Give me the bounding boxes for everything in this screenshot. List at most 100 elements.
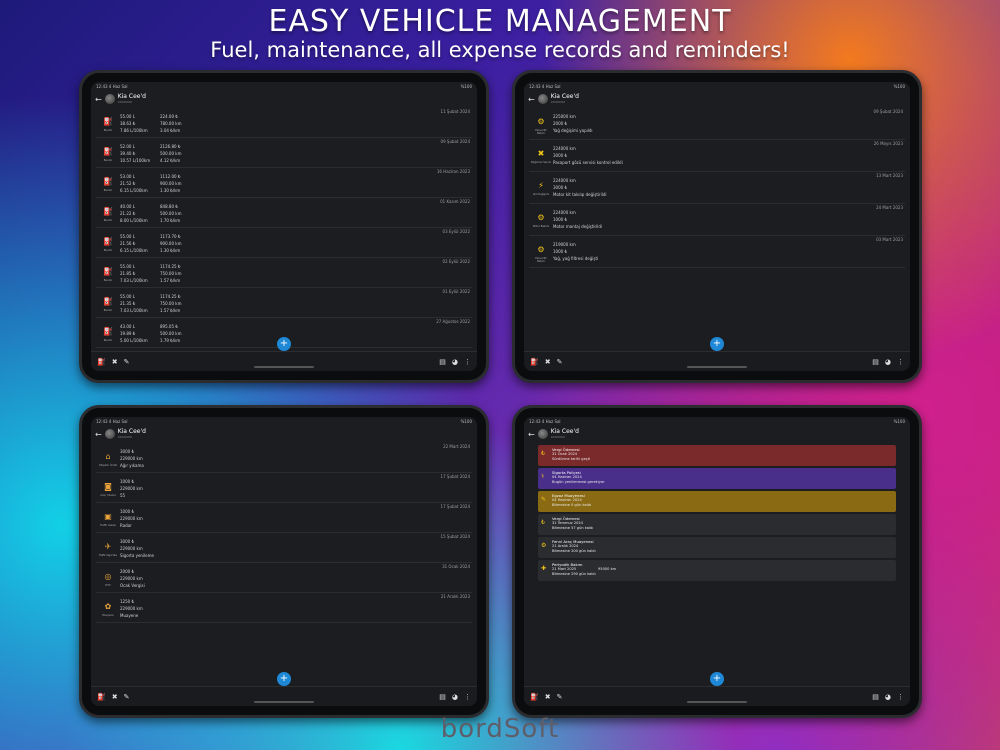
add-button[interactable]: + <box>277 672 291 686</box>
fuel-value: 1.30 ₺/km <box>160 188 181 193</box>
list-item[interactable]: 03 Eylül 2022 ⛽ Benzin 55.00 L 21.56 ₺ 6.15 L… <box>96 228 472 258</box>
home-indicator <box>687 701 747 703</box>
fuel-tab-icon[interactable]: ⛽ <box>530 358 539 366</box>
expense-value: 1000 ₺ <box>120 479 134 484</box>
back-arrow-icon[interactable]: ← <box>528 95 535 104</box>
back-arrow-icon[interactable]: ← <box>95 430 102 439</box>
list-item[interactable]: 24 Mart 2023 ⚙ Motor Bakımı 224000 km 1000 ₺… <box>529 204 905 236</box>
status-bar: 12:43 4 Haz Sal %100 <box>96 419 472 424</box>
maintenance-tab-icon[interactable]: ✖ <box>112 693 118 701</box>
add-button[interactable]: + <box>277 337 291 351</box>
maintenance-type-label: Periyodik Bakım <box>535 257 547 263</box>
brand-logo: bordSoft <box>440 714 560 744</box>
more-icon[interactable]: ⋮ <box>897 358 904 366</box>
reminder-item[interactable]: ⚕ Sigorta Poliçesi 04 Haziran 2024 Bugün ye… <box>538 468 896 489</box>
reminder-item[interactable]: ₺ Vergi Ödemesi 31 Ocak 2024 Sürdürme tarih… <box>538 445 896 466</box>
maintenance-tab-icon[interactable]: ✖ <box>545 358 551 366</box>
stats-tab-icon[interactable]: ◕ <box>452 358 458 366</box>
fuel-value: 1173.70 ₺ <box>160 234 181 239</box>
reminder-item[interactable]: ✚ Periyodik Bakım 21 Mart 2025 95000 km Bitm… <box>538 560 896 581</box>
list-item[interactable]: 13 Mart 2023 ⚡ Akü Değişimi 224000 km 3000 ₺… <box>529 172 905 204</box>
fuel-value: 55.00 L <box>120 264 135 269</box>
list-item[interactable]: 11 Şubat 2024 ⛽ Benzin 55.00 L 38.63 ₺ 7.86 L… <box>96 108 472 138</box>
reminder-item[interactable]: ✎ Egzoz Muayenesi 04 Haziran 2024 Bitmesine… <box>538 491 896 512</box>
expense-icon: ◙ <box>104 482 112 491</box>
expense-list: 22 Mart 2024 ⌂ Otopark Ücreti 3000 ₺ 229000 … <box>96 443 472 623</box>
fuel-pump-icon: ⛽ <box>103 237 113 246</box>
avatar <box>104 94 115 104</box>
fuel-tab-icon[interactable]: ⛽ <box>530 693 539 701</box>
list-item[interactable]: 09 Şubat 2024 ⛽ Benzin 52.00 L 39.40 ₺ 10.57 … <box>96 138 472 168</box>
expense-value: 1250 ₺ <box>120 599 134 604</box>
back-arrow-icon[interactable]: ← <box>528 430 535 439</box>
reminder-tab-icon[interactable]: ▤ <box>872 358 879 366</box>
add-button[interactable]: + <box>710 672 724 686</box>
car-plate: XXXXXXX <box>550 100 566 104</box>
list-item[interactable]: 26 Mayıs 2023 ✖ Bağımsız Servis 224000 km 30… <box>529 140 905 172</box>
list-item[interactable]: 01 Eylül 2022 ⛽ Benzin 55.00 L 21.35 ₺ 7.03 L… <box>96 288 472 318</box>
maintenance-value: 224000 km <box>553 146 576 151</box>
expense-icon: ⌂ <box>105 452 111 461</box>
fuel-type-label: Benzin <box>103 279 113 282</box>
more-icon[interactable]: ⋮ <box>464 358 471 366</box>
expense-tab-icon[interactable]: ✎ <box>557 693 563 701</box>
entry-date: 13 Mart 2023 <box>876 173 903 178</box>
back-arrow-icon[interactable]: ← <box>95 95 102 104</box>
fuel-value: 6.15 L/100km <box>120 248 148 253</box>
maintenance-tab-icon[interactable]: ✖ <box>545 693 551 701</box>
expense-tab-icon[interactable]: ✎ <box>124 358 130 366</box>
reminder-status: Bitmesine 200 gün kaldı <box>552 549 596 553</box>
reminder-tab-icon[interactable]: ▤ <box>872 693 879 701</box>
list-item[interactable]: 03 Mart 2023 ⚙ Periyodik Bakım 219000 km 100… <box>529 236 905 268</box>
fuel-stats-right: 1173.70 ₺ 900.00 km 1.30 ₺/km <box>160 233 181 254</box>
more-icon[interactable]: ⋮ <box>897 693 904 701</box>
fuel-value: 500.00 km <box>160 331 182 336</box>
list-item[interactable]: 21 Aralık 2023 ✿ Muayene 1250 ₺ 229000 km Mua… <box>96 593 472 623</box>
list-item[interactable]: 22 Mart 2024 ⌂ Otopark Ücreti 3000 ₺ 229000 … <box>96 443 472 473</box>
reminder-status: Bitmesine 290 gün kaldı <box>552 572 596 576</box>
reminder-tab-icon[interactable]: ▤ <box>439 693 446 701</box>
reminder-item[interactable]: ⚙ Fenni Araç Muayenesi 21 Aralık 2024 Bitme… <box>538 537 896 558</box>
status-bar: 12:43 4 Haz Sal %100 <box>529 84 905 89</box>
fuel-stats-left: 43.00 L 19.89 ₺ 5.00 L/100km <box>120 323 148 344</box>
fuel-pump-icon: ⛽ <box>103 327 113 336</box>
list-item[interactable]: 09 Şubat 2024 ⚙ Periyodik Bakım 225000 km 20… <box>529 108 905 140</box>
more-icon[interactable]: ⋮ <box>464 693 471 701</box>
add-button[interactable]: + <box>710 337 724 351</box>
stats-tab-icon[interactable]: ◕ <box>885 693 891 701</box>
list-item[interactable]: 17 Şubat 2024 ◙ Araç Yıkama 1000 ₺ 229000 km… <box>96 473 472 503</box>
maintenance-details: 225000 km 2000 ₺ Yağ değişimi yapıldı <box>553 113 593 134</box>
stats-tab-icon[interactable]: ◕ <box>885 358 891 366</box>
fuel-tab-icon[interactable]: ⛽ <box>97 693 106 701</box>
list-item[interactable]: 15 Şubat 2024 ✈ Trafik Sigortası 3000 ₺ 2290… <box>96 533 472 563</box>
maintenance-value: 2000 ₺ <box>553 121 567 126</box>
list-item[interactable]: 01 Kasım 2022 ⛽ Benzin 40.00 L 21.22 ₺ 8.00 L… <box>96 198 472 228</box>
fuel-pump-icon: ⛽ <box>103 207 113 216</box>
reminder-item[interactable]: ₺ Vergi Ödemesi 31 Temmuz 2024 Bitmesine 57… <box>538 514 896 535</box>
fuel-stats-left: 40.00 L 21.22 ₺ 8.00 L/100km <box>120 203 148 224</box>
maintenance-value: 219000 km <box>553 242 576 247</box>
list-item[interactable]: 02 Eylül 2022 ⛽ Benzin 55.00 L 21.85 ₺ 7.03 L… <box>96 258 472 288</box>
page-subtitle: Fuel, maintenance, all expense records a… <box>210 38 790 62</box>
maintenance-value: 224000 km <box>553 210 576 215</box>
fuel-pump-icon: ⛽ <box>103 147 113 156</box>
expense-tab-icon[interactable]: ✎ <box>124 693 130 701</box>
expense-value: 229000 km <box>120 546 143 551</box>
fuel-type-label: Benzin <box>103 219 113 222</box>
fuel-type-label: Benzin <box>103 309 113 312</box>
expense-value: 229000 km <box>120 486 143 491</box>
expense-tab-icon[interactable]: ✎ <box>557 358 563 366</box>
fuel-type-label: Benzin <box>103 129 113 132</box>
fuel-tab-icon[interactable]: ⛽ <box>97 358 106 366</box>
reminder-tab-icon[interactable]: ▤ <box>439 358 446 366</box>
list-item[interactable]: 17 Şubat 2024 ▣ Trafik Cezası 1000 ₺ 229000 … <box>96 503 472 533</box>
entry-date: 16 Haziran 2023 <box>436 169 470 174</box>
fuel-stats-right: 895.05 ₺ 500.00 km 1.79 ₺/km <box>160 323 181 344</box>
stats-tab-icon[interactable]: ◕ <box>452 693 458 701</box>
maintenance-value: Yağ değişimi yapıldı <box>553 128 593 133</box>
list-item[interactable]: 16 Haziran 2023 ⛽ Benzin 53.00 L 21.52 ₺ 6.15… <box>96 168 472 198</box>
list-item[interactable]: 31 Ocak 2024 ◎ MTV 2000 ₺ 229000 km Ocak Verg… <box>96 563 472 593</box>
fuel-type-label: Benzin <box>103 339 113 342</box>
fuel-value: 3.04 ₺/km <box>160 128 181 133</box>
maintenance-tab-icon[interactable]: ✖ <box>112 358 118 366</box>
